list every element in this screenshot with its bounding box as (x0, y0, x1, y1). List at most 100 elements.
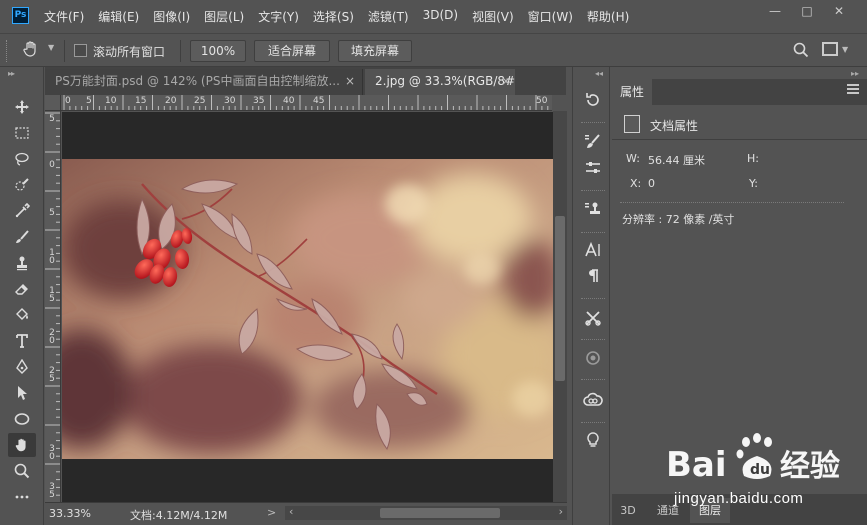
menu-window[interactable]: 窗口(W) (528, 8, 573, 25)
window-controls: — □ ✕ (759, 2, 855, 20)
menu-bar: Ps 文件(F) 编辑(E) 图像(I) 图层(L) 文字(Y) 选择(S) 滤… (0, 0, 867, 32)
tool-presets-icon[interactable] (582, 309, 604, 331)
ruler-label: 5 (86, 96, 92, 106)
ruler-label: 15 (135, 96, 147, 106)
chevron-down-icon[interactable]: ▼ (842, 45, 848, 54)
horizontal-scrollbar-thumb[interactable] (380, 508, 500, 518)
chevron-down-icon[interactable]: ▼ (48, 43, 54, 52)
quick-selection-tool-icon[interactable] (8, 173, 36, 197)
collapse-toolbar-icon[interactable]: ▸▸ (8, 69, 15, 78)
panel-icon-dock: ◂◂ (572, 67, 610, 525)
fit-screen-button[interactable]: 适合屏幕 (254, 40, 330, 62)
menu-edit[interactable]: 编辑(E) (98, 8, 139, 25)
x-value[interactable]: 0 (648, 177, 655, 190)
close-button[interactable]: ✕ (823, 2, 855, 20)
scroll-left-arrow-icon[interactable]: ‹ (289, 505, 293, 518)
pen-tool-icon[interactable] (8, 355, 36, 379)
device-preview-icon[interactable] (582, 349, 604, 371)
baidu-jingyan-watermark: Bai du 经验 jingyan.baidu.com (664, 430, 864, 520)
document-size-info: 文档:4.12M/4.12M (130, 509, 228, 522)
tab-3d[interactable]: 3D (614, 498, 642, 523)
horizontal-scrollbar[interactable]: ‹ › (285, 505, 567, 520)
search-icon[interactable] (793, 42, 809, 58)
tab-document-1[interactable]: PS万能封面.psd @ 142% (PS中画面自由控制缩放... × (45, 69, 363, 95)
ruler-label: 20 (165, 96, 177, 106)
ruler-label: 3 0 (49, 444, 55, 462)
menu-layer[interactable]: 图层(L) (204, 8, 244, 25)
clone-source-icon[interactable] (582, 201, 604, 223)
options-bar-grip[interactable] (6, 40, 9, 62)
width-label: W: (626, 152, 640, 165)
menu-3d[interactable]: 3D(D) (423, 8, 458, 25)
panel-menu-icon[interactable] (847, 84, 859, 96)
eraser-tool-icon[interactable] (8, 277, 36, 301)
character-icon[interactable] (582, 241, 604, 263)
paragraph-icon[interactable] (582, 267, 604, 289)
fill-screen-button[interactable]: 填充屏幕 (338, 40, 412, 62)
minimize-button[interactable]: — (759, 2, 791, 20)
baidu-logo: Bai du 经验 (666, 433, 840, 485)
ruler-label: 2 5 (49, 366, 55, 384)
restore-button[interactable]: □ (791, 2, 823, 20)
divider (581, 339, 605, 340)
vertical-scrollbar-thumb[interactable] (555, 216, 565, 381)
scroll-right-arrow-icon[interactable]: › (559, 505, 563, 518)
tab-properties[interactable]: 属性 (612, 79, 652, 105)
type-tool-icon[interactable] (8, 329, 36, 353)
options-bar: ▼ 滚动所有窗口 100% 适合屏幕 填充屏幕 ▼ (0, 33, 867, 67)
menu-type[interactable]: 文字(Y) (258, 8, 299, 25)
brush-settings-icon[interactable] (582, 133, 604, 155)
history-icon[interactable] (582, 91, 604, 113)
scroll-all-windows-label: 滚动所有窗口 (93, 45, 166, 59)
paint-bucket-tool-icon[interactable] (8, 303, 36, 327)
ruler-label: 1 5 (49, 286, 55, 304)
collapse-panel-icon[interactable]: ▸▸ (851, 69, 859, 78)
divider (581, 298, 605, 299)
ruler-origin[interactable] (45, 95, 61, 111)
ruler-label: 0 (49, 160, 55, 170)
tools-panel: ▸▸ (0, 67, 44, 525)
collapse-dock-icon[interactable]: ◂◂ (595, 69, 603, 78)
creative-cloud-libraries-icon[interactable] (582, 391, 604, 413)
width-value[interactable]: 56.44 厘米 (648, 152, 705, 168)
scroll-all-windows-checkbox[interactable] (74, 44, 87, 57)
ellipse-tool-icon[interactable] (8, 407, 36, 431)
ruler-label: 30 (224, 96, 236, 106)
tab-document-2[interactable]: 2.jpg @ 33.3%(RGB/8#) × (365, 69, 515, 95)
more-tools-icon[interactable] (8, 485, 36, 509)
divider (581, 190, 605, 191)
zoom-100-button[interactable]: 100% (190, 40, 246, 62)
vertical-ruler[interactable]: 5 0 5 1 0 1 5 2 0 2 5 3 0 3 5 (45, 111, 61, 502)
menu-help[interactable]: 帮助(H) (587, 8, 629, 25)
path-selection-tool-icon[interactable] (8, 381, 36, 405)
menu-image[interactable]: 图像(I) (153, 8, 190, 25)
clone-stamp-tool-icon[interactable] (8, 251, 36, 275)
marquee-tool-icon[interactable] (8, 121, 36, 145)
menu-filter[interactable]: 滤镜(T) (368, 8, 409, 25)
horizontal-ruler[interactable]: 0 5 10 15 20 25 30 35 40 45 50 (61, 95, 552, 111)
section-title: 文档属性 (650, 119, 699, 133)
close-icon[interactable]: × (501, 69, 511, 93)
ruler-label: 25 (194, 96, 206, 106)
menu-select[interactable]: 选择(S) (313, 8, 354, 25)
photoshop-logo: Ps (12, 7, 29, 24)
divider (64, 40, 65, 62)
vertical-scrollbar[interactable] (553, 111, 567, 502)
zoom-tool-icon[interactable] (8, 459, 36, 483)
document-canvas[interactable] (62, 112, 553, 502)
eyedropper-tool-icon[interactable] (8, 199, 36, 223)
menu-view[interactable]: 视图(V) (472, 8, 514, 25)
watermark-url: jingyan.baidu.com (674, 490, 804, 507)
close-icon[interactable]: × (345, 69, 355, 93)
menu-file[interactable]: 文件(F) (44, 8, 84, 25)
hand-tool-icon[interactable] (8, 433, 36, 457)
zoom-level[interactable]: 33.33% (49, 507, 91, 520)
learn-lightbulb-icon[interactable] (582, 431, 604, 453)
status-menu-arrow[interactable]: > (267, 506, 276, 519)
lasso-tool-icon[interactable] (8, 147, 36, 171)
adjustments-icon[interactable] (582, 159, 604, 181)
workspace-switcher-icon[interactable] (822, 42, 838, 56)
hand-icon[interactable] (22, 40, 40, 62)
brush-tool-icon[interactable] (8, 225, 36, 249)
move-tool-icon[interactable] (8, 95, 36, 119)
